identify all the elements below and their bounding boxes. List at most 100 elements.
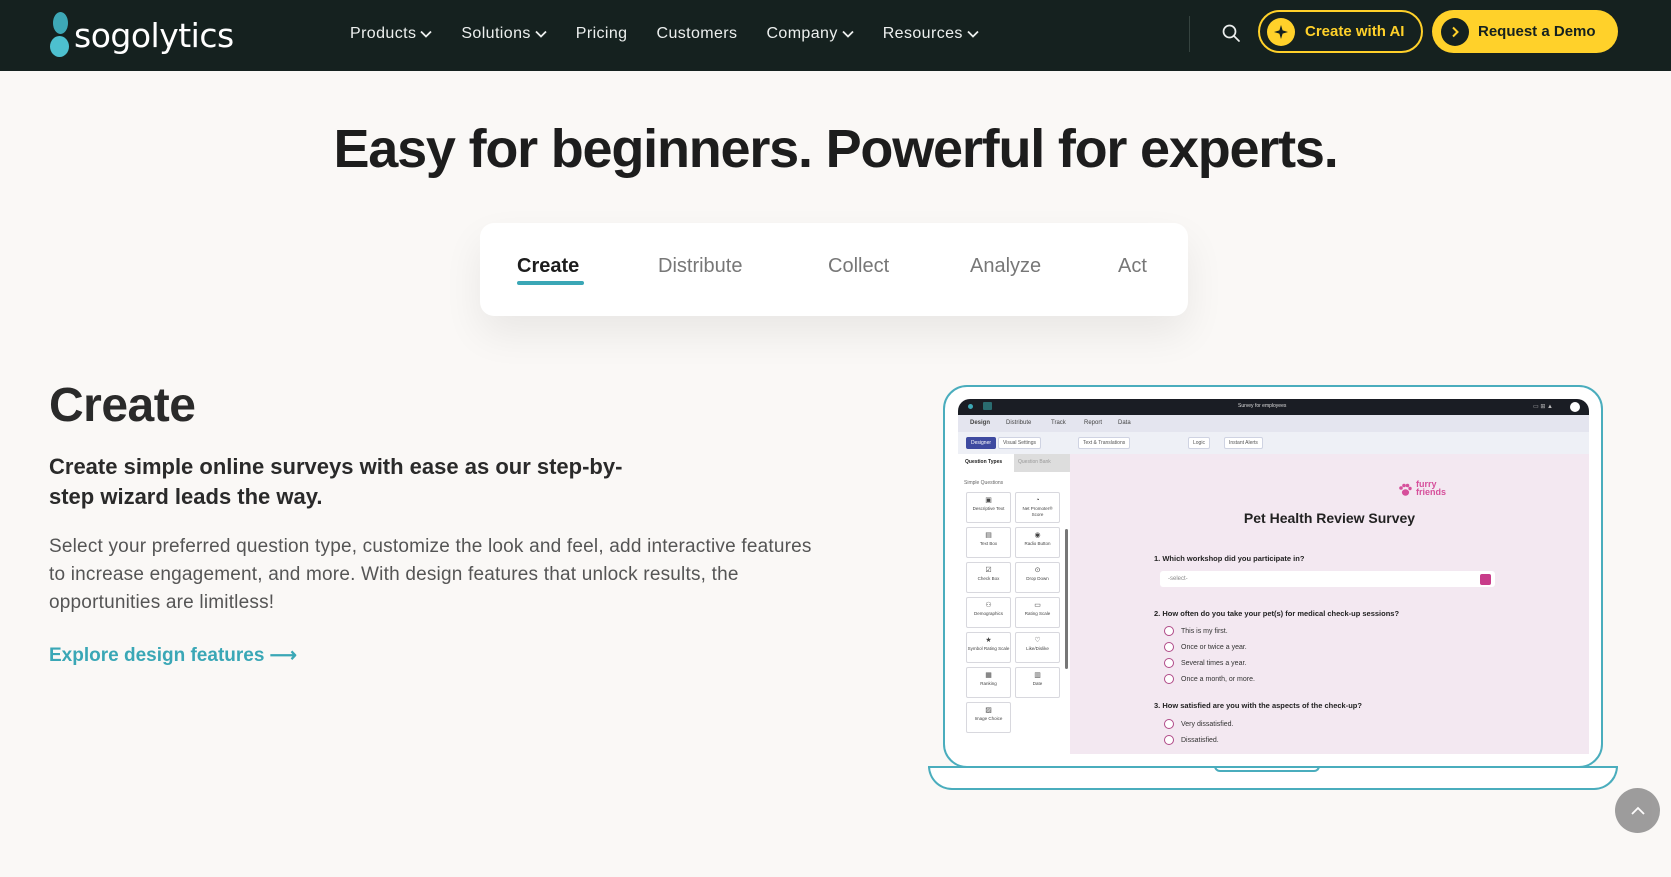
radio-icon	[1164, 674, 1174, 684]
toolbar-visual-settings: Visual Settings	[998, 437, 1041, 449]
app-toolbar: Designer Visual Settings Text & Translat…	[958, 432, 1589, 454]
app-tab-design: Design	[970, 420, 991, 426]
chevron-down-icon	[842, 30, 854, 38]
qtype-ranking: ▦ Ranking	[966, 667, 1011, 698]
sparkle-icon	[1267, 17, 1295, 46]
survey-preview: furry friends Pet Health Review Survey 1…	[1070, 454, 1589, 754]
logo-text: sogolytics	[74, 15, 234, 55]
chevron-down-icon	[967, 30, 979, 38]
side-tab-question-bank: Question Bank	[1014, 454, 1070, 472]
hero-title: Easy for beginners. Powerful for experts…	[333, 119, 1338, 179]
q2-option: Once or twice a year.	[1164, 642, 1247, 652]
q2-option: This is my first.	[1164, 626, 1228, 636]
logo-mark-icon	[50, 12, 72, 58]
nav-item-label: Products	[350, 24, 417, 42]
request-demo-button[interactable]: Request a Demo	[1432, 10, 1618, 53]
nav-item-pricing[interactable]: Pricing	[576, 25, 628, 43]
app-tab-track: Track	[1051, 420, 1066, 426]
request-demo-label: Request a Demo	[1478, 23, 1596, 40]
question-type-panel: Question Types Question Bank Simple Ques…	[958, 454, 1070, 754]
nav-item-customers[interactable]: Customers	[656, 25, 737, 43]
avatar	[1570, 402, 1580, 412]
survey-title: Pet Health Review Survey	[1243, 510, 1416, 526]
toolbar-designer: Designer	[966, 437, 997, 449]
nav-divider	[1189, 16, 1190, 52]
app-menu-icon	[983, 402, 992, 410]
qtype-descriptive-text: ▣ Descriptive Text	[966, 492, 1011, 523]
scroll-to-top-button[interactable]	[1615, 788, 1660, 833]
tab-create[interactable]: Create	[517, 255, 579, 278]
section-title: Create	[49, 379, 196, 432]
tab-analyze[interactable]: Analyze	[970, 255, 1041, 278]
app-header-icons: ▭ ⊞ ▲	[1533, 404, 1553, 410]
explore-design-features-link[interactable]: Explore design features ⟶	[49, 644, 297, 667]
chevron-down-icon	[420, 30, 432, 38]
app-tab-data: Data	[1118, 420, 1131, 426]
nav-item-label: Company	[766, 24, 838, 42]
tab-act[interactable]: Act	[1118, 255, 1147, 278]
q3-option: Very dissatisfied.	[1164, 719, 1234, 729]
chevron-down-icon	[535, 30, 547, 38]
q2-option: Once a month, or more.	[1164, 674, 1255, 684]
feature-tabs: Create Distribute Collect Analyze Act	[480, 223, 1188, 316]
app-top-bar: Survey for employees ▭ ⊞ ▲	[958, 399, 1589, 415]
tab-collect[interactable]: Collect	[828, 255, 889, 278]
app-logo-icon	[968, 404, 973, 409]
laptop-preview: Survey for employees ▭ ⊞ ▲ Design Distri…	[943, 385, 1603, 768]
toolbar-instant-alerts: Instant Alerts	[1224, 437, 1263, 449]
nav-item-products[interactable]: Products	[350, 25, 432, 43]
side-group-label: Simple Questions	[964, 480, 1004, 486]
side-scrollbar	[1065, 529, 1068, 669]
qtype-date: ▥ Date	[1015, 667, 1060, 698]
main-menu: Products Solutions Pricing Customers Com…	[350, 0, 1008, 67]
radio-icon	[1164, 658, 1174, 668]
tab-distribute[interactable]: Distribute	[658, 255, 742, 278]
qtype-check-box: ☑ Check Box	[966, 562, 1011, 593]
nav-item-solutions[interactable]: Solutions	[461, 25, 547, 43]
section-body: Select your preferred question type, cus…	[49, 536, 812, 613]
create-with-ai-button[interactable]: Create with AI	[1258, 10, 1423, 53]
active-tab-indicator	[517, 281, 584, 285]
laptop-notch	[1214, 766, 1320, 772]
question-2: 2. How often do you take your pet(s) for…	[1154, 609, 1400, 618]
q2-option: Several times a year.	[1164, 658, 1246, 668]
app-survey-name: Survey for employees	[1238, 403, 1287, 409]
select-caret-icon	[1480, 574, 1491, 585]
top-navigation: sogolytics Products Solutions Pricing Cu…	[0, 0, 1671, 71]
qtype-rating-scale: ▭ Rating Scale	[1015, 597, 1060, 628]
create-with-ai-label: Create with AI	[1305, 23, 1405, 40]
chevron-up-icon	[1630, 806, 1645, 815]
search-icon[interactable]	[1220, 22, 1242, 44]
qtype-symbol-rating-scale: ★ Symbol Rating Scale	[966, 632, 1011, 663]
chevron-right-icon	[1441, 17, 1469, 46]
app-tabs: Design Distribute Track Report Data	[958, 415, 1589, 432]
nav-item-label: Resources	[882, 24, 963, 42]
nav-item-label: Customers	[656, 24, 738, 42]
nav-item-resources[interactable]: Resources	[883, 25, 979, 43]
survey-app-screenshot: Survey for employees ▭ ⊞ ▲ Design Distri…	[958, 399, 1589, 754]
paw-icon	[1399, 483, 1412, 496]
toolbar-text-translations: Text & Translations	[1078, 437, 1131, 449]
qtype-demographics: ⚇ Demographics	[966, 597, 1011, 628]
app-tab-report: Report	[1084, 420, 1103, 426]
radio-icon	[1164, 719, 1174, 729]
qtype-text-box: ▤ Text Box	[966, 527, 1011, 558]
app-tab-distribute: Distribute	[1006, 420, 1032, 426]
qtype-drop-down: ⊙ Drop Down	[1015, 562, 1060, 593]
furry-friends-brand: furry friends	[1416, 479, 1447, 497]
qtype-like-dislike: ♡ Like/Dislike	[1015, 632, 1060, 663]
side-tab-question-types: Question Types	[965, 459, 1003, 465]
qtype-image-choice: ▨ Image Choice	[966, 702, 1011, 733]
question-3: 3. How satisfied are you with the aspect…	[1154, 701, 1362, 710]
side-tabs: Question Types Question Bank	[958, 454, 1070, 472]
question-1: 1. Which workshop did you participate in…	[1154, 554, 1305, 563]
qtype-radio-button: ◉ Radio Button	[1015, 527, 1060, 558]
section-subtitle: Create simple online surveys with ease a…	[49, 454, 623, 509]
radio-icon	[1164, 735, 1174, 745]
sogolytics-logo[interactable]: sogolytics	[50, 12, 234, 58]
toolbar-logic: Logic	[1188, 437, 1210, 449]
qtype-nps: ◔ Net Promoter® Score	[1015, 492, 1060, 523]
radio-icon	[1164, 642, 1174, 652]
q3-option: Dissatisfied.	[1164, 735, 1219, 745]
nav-item-company[interactable]: Company	[766, 24, 854, 43]
